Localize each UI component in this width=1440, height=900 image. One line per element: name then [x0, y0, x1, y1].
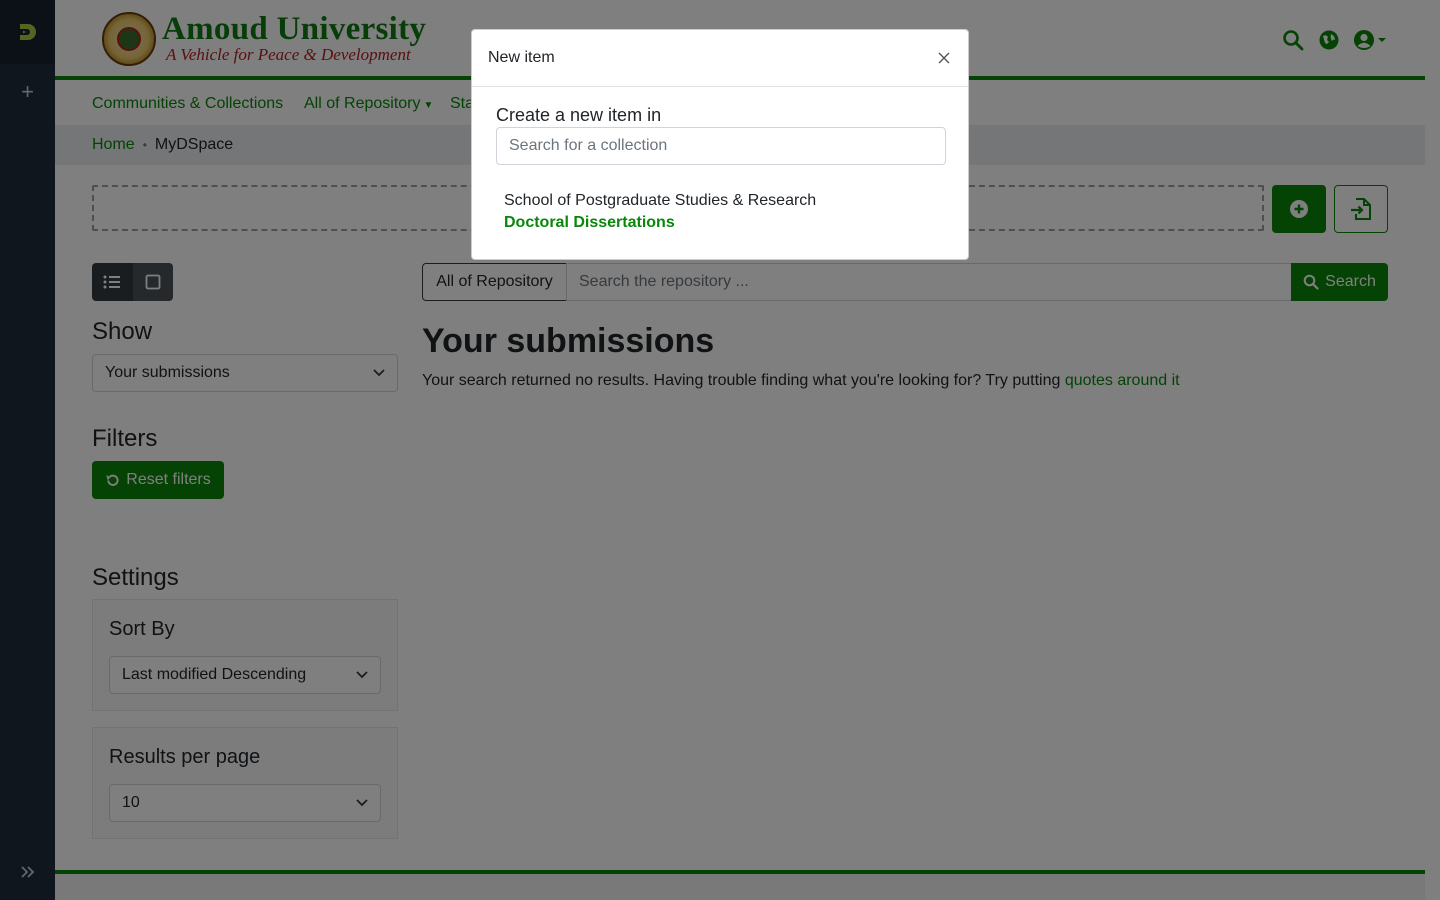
- modal-heading: Create a new item in: [496, 105, 662, 125]
- new-item-modal: New item Create a new item in Search for…: [471, 29, 969, 260]
- modal-title: New item: [488, 49, 555, 66]
- collection-parent-name: School of Postgraduate Studies & Researc…: [504, 192, 817, 209]
- collection-result-item[interactable]: School of Postgraduate Studies & Researc…: [504, 191, 816, 235]
- modal-header: New item: [472, 30, 968, 87]
- collection-search-input[interactable]: Search for a collection: [496, 127, 946, 165]
- close-icon[interactable]: [934, 48, 954, 68]
- collection-name[interactable]: Doctoral Dissertations: [504, 211, 816, 235]
